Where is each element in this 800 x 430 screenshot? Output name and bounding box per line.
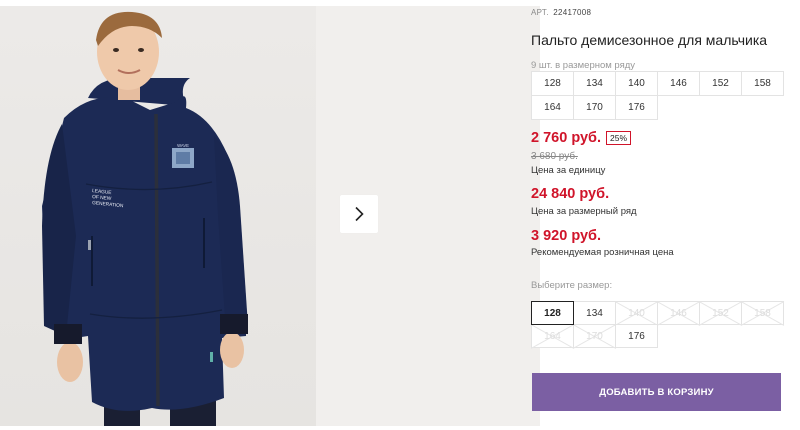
- product-photo-secondary: [316, 6, 540, 426]
- unit-price-label: Цена за единицу: [531, 165, 606, 176]
- series-sizes-grid: 128 134 140 146 152 158 164 170 176: [531, 71, 784, 120]
- product-gallery: WAVE LEAGUE OF NEW GENERATION: [0, 6, 540, 426]
- series-price-label: Цена за размерный ряд: [531, 206, 637, 217]
- unit-price: 2 760 руб.: [531, 130, 602, 146]
- size-option-label: 158: [754, 307, 771, 319]
- size-picker-grid: 128 134 140 146 152 158 164 170 176: [531, 301, 784, 348]
- chest-patch-text: WAVE: [177, 143, 189, 148]
- product-photo-main[interactable]: WAVE LEAGUE OF NEW GENERATION: [0, 6, 316, 426]
- product-info-panel: АРТ. 22417008 Пальто демисезонное для ма…: [531, 0, 800, 430]
- size-option-158: 158: [741, 301, 784, 325]
- retail-price: 3 920 руб.: [531, 228, 602, 244]
- size-option-label: 128: [544, 307, 561, 319]
- series-size-cell: 152: [699, 71, 742, 96]
- series-size-cell: 158: [741, 71, 784, 96]
- retail-price-label: Рекомендуемая розничная цена: [531, 247, 674, 258]
- series-size-cell: 176: [615, 95, 658, 120]
- size-option-134[interactable]: 134: [573, 301, 616, 325]
- size-option-146: 146: [657, 301, 700, 325]
- article-number: АРТ. 22417008: [531, 8, 591, 17]
- size-option-label: 152: [712, 307, 729, 319]
- size-option-170: 170: [573, 324, 616, 348]
- add-to-cart-button[interactable]: ДОБАВИТЬ В КОРЗИНУ: [532, 373, 781, 411]
- size-option-label: 140: [628, 307, 645, 319]
- discount-badge: 25%: [606, 130, 632, 146]
- size-option-label: 134: [586, 307, 603, 319]
- size-option-label: 146: [670, 307, 687, 319]
- article-value: 22417008: [553, 8, 592, 17]
- chevron-right-icon: [355, 206, 364, 222]
- size-option-140: 140: [615, 301, 658, 325]
- series-size-cell: 146: [657, 71, 700, 96]
- next-photo-button[interactable]: [340, 195, 378, 233]
- size-option-label: 164: [544, 330, 561, 342]
- size-option-152: 152: [699, 301, 742, 325]
- series-size-cell: 134: [573, 71, 616, 96]
- series-size-cell: 140: [615, 71, 658, 96]
- series-size-cell: 128: [531, 71, 574, 96]
- series-size-cell: 164: [531, 95, 574, 120]
- series-price: 24 840 руб.: [531, 186, 610, 202]
- old-price: 3 680 руб.: [531, 151, 578, 162]
- article-label: АРТ.: [531, 8, 549, 17]
- pieces-in-series-note: 9 шт. в размерном ряду: [531, 60, 636, 71]
- size-option-128[interactable]: 128: [531, 301, 574, 325]
- size-option-label: 176: [628, 330, 645, 342]
- series-size-cell: 170: [573, 95, 616, 120]
- product-title: Пальто демисезонное для мальчика: [531, 32, 768, 48]
- unit-price-row: 2 760 руб. 25%: [531, 130, 632, 146]
- size-option-label: 170: [586, 330, 603, 342]
- choose-size-label: Выберите размер:: [531, 280, 613, 291]
- boy-in-coat-illustration: WAVE LEAGUE OF NEW GENERATION: [42, 11, 248, 426]
- size-option-164: 164: [531, 324, 574, 348]
- size-option-176[interactable]: 176: [615, 324, 658, 348]
